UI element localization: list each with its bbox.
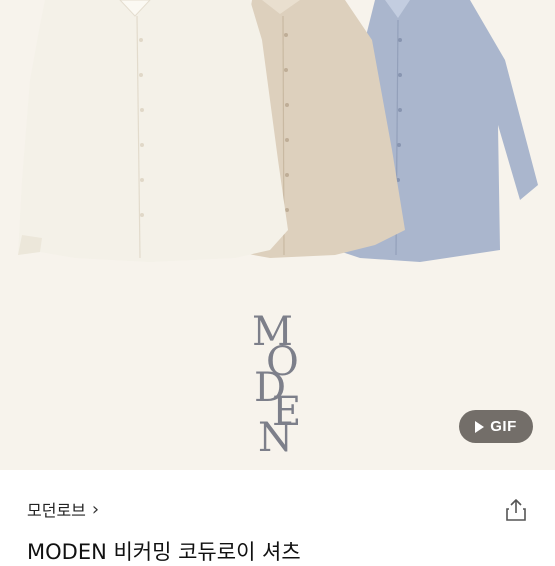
share-icon	[506, 499, 526, 521]
share-button[interactable]	[502, 496, 530, 524]
shop-link[interactable]: 모던로브 ›	[27, 496, 99, 522]
shop-name: 모던로브	[27, 501, 86, 520]
gif-badge[interactable]: GIF	[459, 410, 533, 443]
chevron-right-icon: ›	[91, 498, 100, 520]
ivory-shirt	[18, 0, 288, 262]
play-icon	[475, 420, 485, 433]
gif-badge-label: GIF	[490, 418, 517, 435]
brand-logo: M O D E N	[240, 310, 320, 461]
logo-letter: N	[258, 415, 293, 461]
product-title: MODEN 비커밍 코듀로이 셔츠	[27, 540, 301, 564]
product-image[interactable]: M O D E N GIF	[0, 0, 555, 470]
